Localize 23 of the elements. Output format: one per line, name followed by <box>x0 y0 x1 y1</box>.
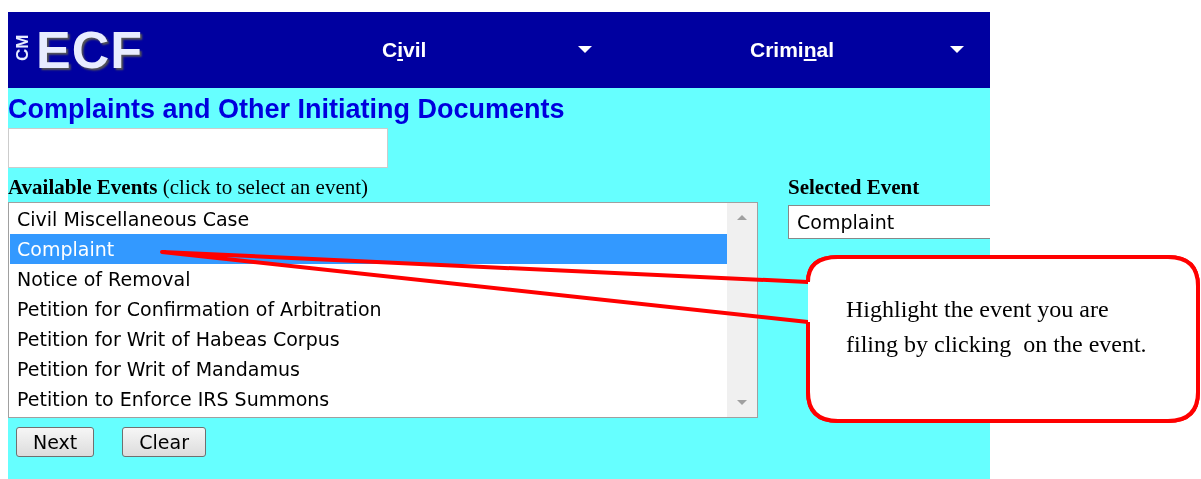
selected-event-field[interactable]: Complaint <box>788 205 990 239</box>
scroll-down-icon[interactable] <box>736 399 748 407</box>
callout-text: Highlight the event you are filing by clicking on the event. <box>846 295 1148 359</box>
event-option[interactable]: Notice of Removal <box>10 264 727 294</box>
event-option[interactable]: Petition for Writ of Habeas Corpus <box>10 324 727 354</box>
page-title: Complaints and Other Initiating Documents <box>8 93 566 126</box>
scroll-up-icon[interactable] <box>736 213 748 221</box>
logo: CM ECF <box>12 24 144 76</box>
form-button[interactable]: Clear <box>122 427 206 457</box>
form-button[interactable]: Next <box>16 427 95 457</box>
event-option[interactable]: Petition for Confirmation of Arbitration <box>10 294 727 324</box>
caret-icon[interactable] <box>578 46 592 54</box>
event-option[interactable]: Petition to Enforce IRS Summons <box>10 384 727 414</box>
event-option[interactable]: Petition for Writ of Mandamus <box>10 354 727 384</box>
menu-item[interactable]: Civil <box>382 38 427 62</box>
text-field[interactable] <box>8 128 388 168</box>
available-events-label: Available Events (click to select an event) <box>8 174 370 201</box>
selected-event-label: Selected Event <box>788 174 921 201</box>
scrollbar[interactable] <box>727 203 757 417</box>
events-listbox[interactable]: Civil Miscellaneous Case Complaint Notice of Removal Petition for Confirmation of Arbitration Petition for Writ of Habeas Corpus Petition for Writ of Mandamus Petition to Enforce IRS Summons <box>8 202 758 418</box>
event-option[interactable]: Civil Miscellaneous Case <box>10 204 727 234</box>
menu-item[interactable]: Criminal <box>750 38 835 62</box>
caret-icon[interactable] <box>950 46 964 54</box>
